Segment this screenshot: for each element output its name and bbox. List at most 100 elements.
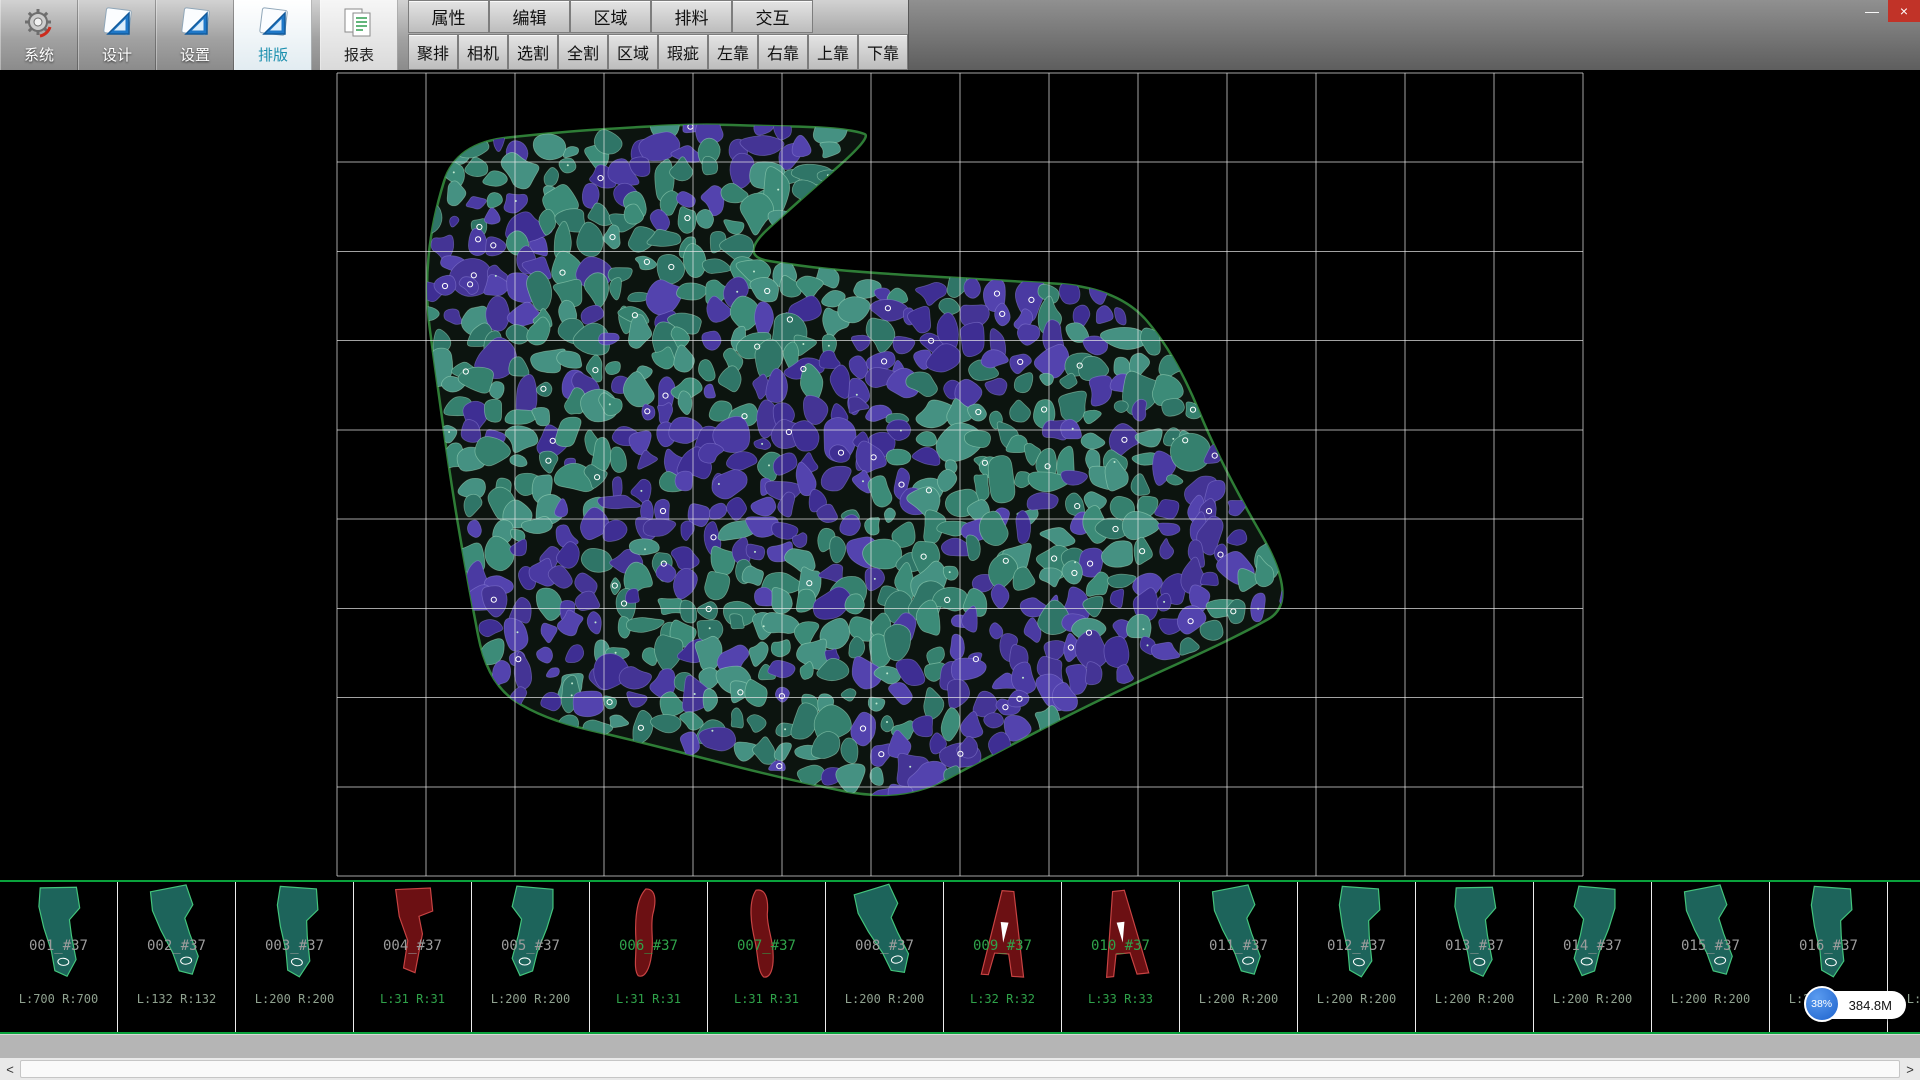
tool-button-row: 聚排相机选割全割区域瑕疵左靠右靠上靠下靠: [408, 34, 908, 70]
part-cell-11[interactable]: 011_#37 L:200 R:200: [1180, 882, 1298, 1032]
part-thumbnail: [1789, 883, 1869, 985]
menu-tab-nest[interactable]: 排料: [651, 0, 732, 33]
part-thumbnail: [255, 883, 335, 985]
part-thumbnail: [963, 883, 1043, 985]
set-square-icon: [255, 6, 291, 42]
scroll-right-arrow[interactable]: >: [1900, 1058, 1920, 1080]
part-count: L:132 R:132: [118, 992, 235, 1006]
scroll-thumb[interactable]: [20, 1060, 1900, 1078]
tool-button-camera[interactable]: 相机: [458, 34, 508, 70]
application-window: 系统设计设置排版报表 属性编辑区域排料交互 聚排相机选割全割区域瑕疵左靠右靠上靠…: [0, 0, 1920, 1080]
part-name: 010_#37: [1062, 938, 1179, 954]
part-count: L:31 R:31: [590, 992, 707, 1006]
app-label: 设置: [180, 44, 210, 65]
tool-button-align-left[interactable]: 左靠: [708, 34, 758, 70]
nesting-canvas[interactable]: [0, 70, 1920, 880]
part-name: 004_#37: [354, 938, 471, 954]
part-name: 013_#37: [1416, 938, 1533, 954]
part-thumbnail: [1081, 883, 1161, 985]
part-cell-6[interactable]: 006_#37 L:31 R:31: [590, 882, 708, 1032]
part-cell-12[interactable]: 012_#37 L:200 R:200: [1298, 882, 1416, 1032]
app-button-nesting[interactable]: 排版: [234, 0, 312, 70]
part-thumbnail: [1671, 883, 1751, 985]
horizontal-scrollbar[interactable]: < >: [0, 1058, 1920, 1080]
part-count: L:200 R:200: [826, 992, 943, 1006]
part-thumbnail: [1435, 883, 1515, 985]
part-cell-5[interactable]: 005_#37L:200 R:200: [472, 882, 590, 1032]
window-controls: — ×: [1856, 0, 1920, 22]
part-count: L:33 R:33: [1062, 992, 1179, 1006]
part-cell-15[interactable]: 015_#37 L:200 R:200: [1652, 882, 1770, 1032]
tool-button-cluster-nest[interactable]: 聚排: [408, 34, 458, 70]
close-button[interactable]: ×: [1888, 0, 1920, 22]
part-cell-3[interactable]: 003_#37L:200 R:200: [236, 882, 354, 1032]
part-count: L:200 R:200: [1652, 992, 1769, 1006]
part-name: 016_#37: [1770, 938, 1887, 954]
part-cell-2[interactable]: 002_#37 L:132 R:132: [118, 882, 236, 1032]
nest-canvas-svg: [0, 70, 1920, 880]
menu-tab-interaction[interactable]: 交互: [732, 0, 813, 33]
part-count: L:200 R:200: [1298, 992, 1415, 1006]
part-count: L:31 R:31: [708, 992, 825, 1006]
part-name: 002_#37: [118, 938, 235, 954]
part-thumbnail: [1907, 883, 1920, 985]
part-count: L:31 R:31: [354, 992, 471, 1006]
report-icon: [341, 6, 377, 42]
part-name: 012_#37: [1298, 938, 1415, 954]
menu-tab-edit[interactable]: 编辑: [489, 0, 570, 33]
part-cell-9[interactable]: 009_#37 L:32 R:32: [944, 882, 1062, 1032]
gear-icon: [21, 6, 57, 42]
titlebar-drag-area: [908, 0, 1920, 70]
bottom-spacer: [0, 1034, 1920, 1058]
tool-button-region[interactable]: 区域: [608, 34, 658, 70]
part-thumbnail: [845, 883, 925, 985]
set-square-icon: [99, 6, 135, 42]
part-thumbnail: [491, 883, 571, 985]
part-cell-4[interactable]: 004_#37 L:31 R:31: [354, 882, 472, 1032]
part-name: 011_#37: [1180, 938, 1297, 954]
part-cell-14[interactable]: 014_#37L:200 R:200: [1534, 882, 1652, 1032]
tool-button-select-cut[interactable]: 选割: [508, 34, 558, 70]
tool-button-cut-all[interactable]: 全割: [558, 34, 608, 70]
tool-button-align-top[interactable]: 上靠: [808, 34, 858, 70]
app-label: 报表: [344, 44, 374, 65]
part-cell-1[interactable]: 001_#37 L:700 R:700: [0, 882, 118, 1032]
ribbon-menus: 属性编辑区域排料交互 聚排相机选割全割区域瑕疵左靠右靠上靠下靠: [408, 0, 908, 70]
part-name: 003_#37: [236, 938, 353, 954]
menu-tab-row: 属性编辑区域排料交互: [408, 0, 908, 33]
app-label: 设计: [102, 44, 132, 65]
minimize-button[interactable]: —: [1856, 0, 1888, 22]
part-name: 008_#37: [826, 938, 943, 954]
scroll-left-arrow[interactable]: <: [0, 1058, 20, 1080]
tool-button-defect[interactable]: 瑕疵: [658, 34, 708, 70]
part-name: 015_#37: [1652, 938, 1769, 954]
part-thumbnail: [373, 883, 453, 985]
menu-tab-properties[interactable]: 属性: [408, 0, 489, 33]
part-thumbnail: [19, 883, 99, 985]
tool-button-align-bottom[interactable]: 下靠: [858, 34, 908, 70]
part-count: L:700 R:700: [0, 992, 117, 1006]
app-button-design[interactable]: 设计: [78, 0, 156, 70]
ribbon: 系统设计设置排版报表 属性编辑区域排料交互 聚排相机选割全割区域瑕疵左靠右靠上靠…: [0, 0, 1920, 70]
part-name: 007_#37: [708, 938, 825, 954]
progress-percent: 38%: [1811, 998, 1832, 1010]
part-cell-13[interactable]: 013_#37L:200 R:200: [1416, 882, 1534, 1032]
part-count: L:32 R:32: [944, 992, 1061, 1006]
part-count: L:200 R:200: [1180, 992, 1297, 1006]
part-cell-8[interactable]: 008_#37 L:200 R:200: [826, 882, 944, 1032]
part-thumbnail: [137, 883, 217, 985]
app-button-settings[interactable]: 设置: [156, 0, 234, 70]
part-cell-7[interactable]: 007_#37 L:31 R:31: [708, 882, 826, 1032]
part-name: 006_#37: [590, 938, 707, 954]
menu-tab-region[interactable]: 区域: [570, 0, 651, 33]
part-name: 001_#37: [0, 938, 117, 954]
app-button-system[interactable]: 系统: [0, 0, 78, 70]
app-launcher: 系统设计 设置 排版报表: [0, 0, 398, 70]
part-cell-10[interactable]: 010_#37 L:33 R:33: [1062, 882, 1180, 1032]
app-button-report[interactable]: 报表: [320, 0, 398, 70]
parts-strip: 38% 384.8M 001_#37L:700 R:700002_#37L:13…: [0, 880, 1920, 1034]
part-name: 009_#37: [944, 938, 1061, 954]
part-thumbnail: [1317, 883, 1397, 985]
tool-button-align-right[interactable]: 右靠: [758, 34, 808, 70]
progress-badge: 38%: [1804, 986, 1840, 1022]
